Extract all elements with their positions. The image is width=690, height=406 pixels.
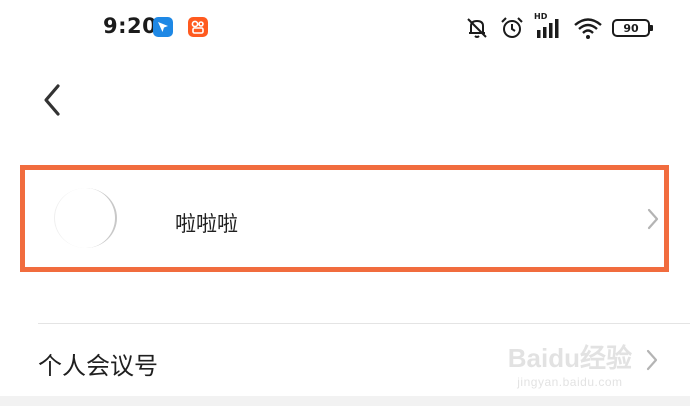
kuaishou-app-icon [188, 17, 208, 37]
bell-off-icon [467, 18, 487, 38]
chevron-left-icon [44, 84, 60, 116]
bottom-strip [0, 396, 690, 406]
alarm-icon [501, 17, 523, 38]
avatar[interactable] [54, 188, 117, 248]
profile-name: 啦啦啦 [175, 212, 238, 236]
personal-meeting-id-label: 个人会议号 [38, 352, 158, 380]
status-icons: HD 90 [464, 12, 654, 43]
status-bar: 9:20 HD 90 [0, 0, 690, 58]
status-time: 9:20 [103, 14, 158, 38]
battery-icon: 90 [612, 19, 653, 37]
network-badge: HD [534, 12, 548, 21]
chevron-right-icon [647, 208, 659, 229]
personal-meeting-id-row[interactable]: 个人会议号 [0, 324, 690, 396]
back-button[interactable] [36, 80, 70, 120]
profile-row[interactable]: 啦啦啦 [25, 170, 664, 267]
battery-level: 90 [623, 21, 639, 35]
lark-app-icon [153, 17, 173, 37]
wifi-icon [574, 18, 602, 39]
chevron-right-icon [646, 349, 658, 371]
signal-icon: HD [534, 12, 564, 40]
